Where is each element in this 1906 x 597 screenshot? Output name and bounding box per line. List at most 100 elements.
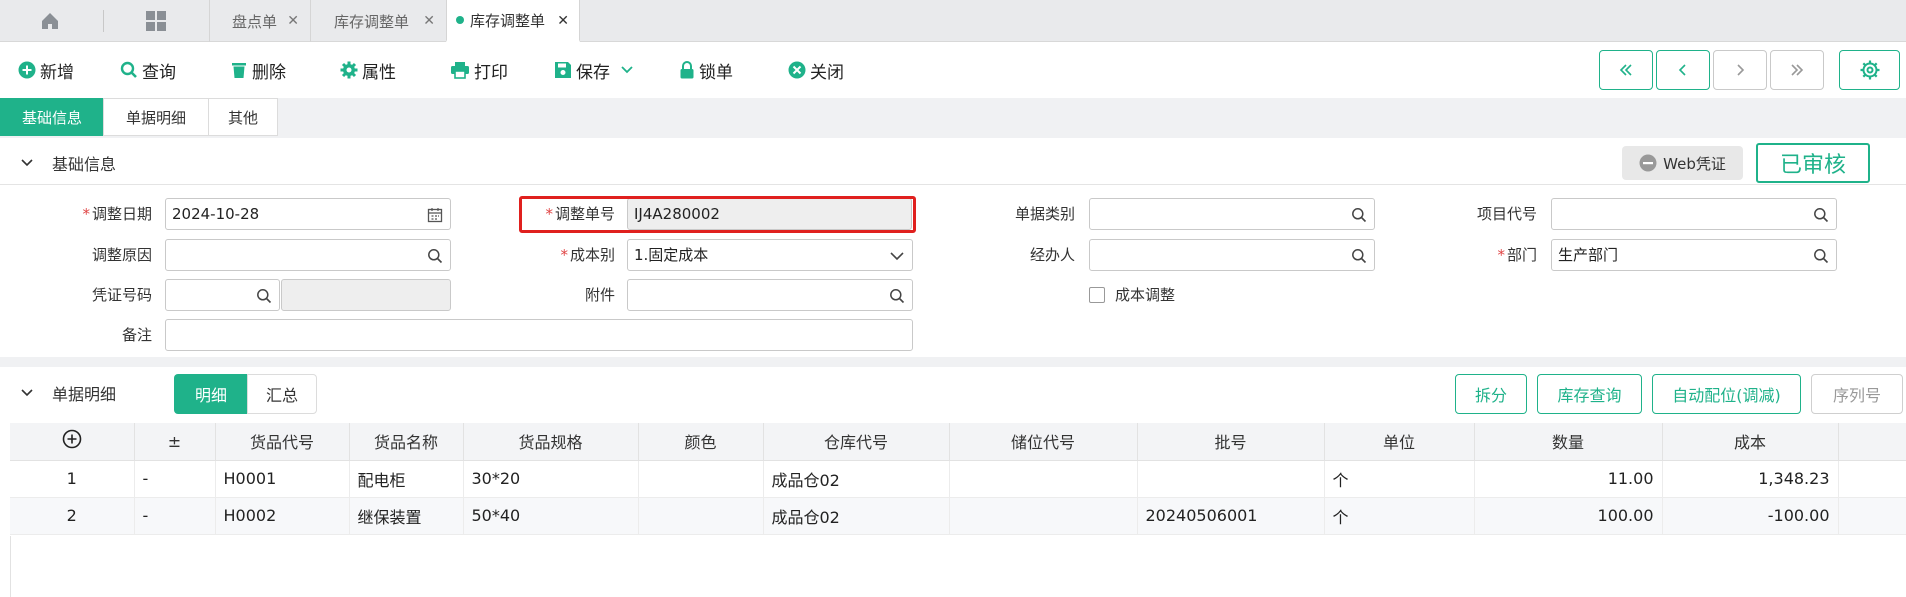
project-label: 项目代号 [1476,205,1537,223]
doc-type-field[interactable] [1089,198,1375,230]
add-row-header[interactable] [10,423,135,461]
delete-button[interactable]: 删除 [230,56,286,84]
voucher-field[interactable] [165,279,280,311]
cell-qty[interactable]: 11.00 [1474,460,1663,498]
cell-unit[interactable]: 个 [1324,497,1475,535]
next-record-button[interactable] [1713,50,1767,90]
tab-stock-adjust-active[interactable]: 库存调整单 ✕ [446,0,580,42]
cell-warehouse[interactable]: 成品仓02 [763,497,950,535]
properties-label: 属性 [362,62,396,83]
cell-item-code[interactable]: H0001 [215,460,350,498]
minus-circle-icon [1639,154,1657,172]
chevron-down-icon [621,66,633,74]
lock-button[interactable]: 锁单 [679,56,733,84]
trash-icon [232,63,246,78]
search-icon [1352,208,1367,223]
doc-type-label: 单据类别 [1014,205,1075,223]
close-icon[interactable]: ✕ [557,13,569,29]
close-icon[interactable]: ✕ [287,13,299,29]
search-icon [1814,249,1829,264]
remark-field[interactable] [165,319,913,351]
cell-batch[interactable] [1137,460,1325,498]
cell-item-name[interactable]: 配电柜 [349,460,464,498]
table-row[interactable]: 2 - H0002 继保装置 50*40 成品仓02 20240506001 个… [10,497,1906,535]
web-voucher-button[interactable]: Web凭证 [1622,146,1743,180]
web-voucher-label: Web凭证 [1663,154,1726,173]
tab-stock-adjust-1[interactable]: 库存调整单 ✕ [310,0,445,42]
close-icon[interactable]: ✕ [423,13,435,29]
project-field[interactable] [1551,198,1837,230]
first-record-button[interactable] [1599,50,1653,90]
cell-item-name[interactable]: 继保装置 [349,497,464,535]
window-tab-bar: 盘点单 ✕ 库存调整单 ✕ 库存调整单 ✕ [0,0,1906,42]
save-button[interactable]: 保存 [554,56,638,84]
query-button[interactable]: 查询 [120,56,176,84]
column-header: 成本 [1662,423,1839,461]
cell-color[interactable] [638,497,764,535]
cost-adjust-checkbox[interactable] [1089,287,1105,303]
close-button[interactable]: 关闭 [788,56,844,84]
table-row[interactable]: 1 - H0001 配电柜 30*20 成品仓02 个 11.00 1,348.… [10,460,1906,498]
search-icon [428,249,443,264]
column-header: 单位 [1324,423,1475,461]
query-label: 查询 [142,62,176,83]
cost-type-label: * 成本别 [560,246,615,264]
tab-label: 盘点单 [232,12,278,31]
cell-batch[interactable]: 20240506001 [1137,497,1325,535]
prev-record-button[interactable] [1656,50,1710,90]
new-label: 新增 [40,62,74,83]
cell-item-code[interactable]: H0002 [215,497,350,535]
cell-filler [1838,460,1906,498]
tab-label: 单据明细 [125,108,186,127]
serial-no-button[interactable]: 序列号 [1811,374,1903,414]
reason-field[interactable] [165,239,451,271]
tab-label: 库存调整单 [334,12,410,31]
cell-warehouse[interactable]: 成品仓02 [763,460,950,498]
tab-summary[interactable]: 汇总 [247,374,317,414]
cell-qty[interactable]: 100.00 [1474,497,1663,535]
dept-field[interactable]: 生产部门 [1551,239,1837,271]
split-button[interactable]: 拆分 [1455,374,1527,414]
settings-button[interactable] [1839,50,1900,90]
tab-other[interactable]: 其他 [208,98,278,136]
cell-cost[interactable]: -100.00 [1662,497,1839,535]
last-record-button[interactable] [1770,50,1824,90]
cell-location[interactable] [949,460,1138,498]
search-icon [1352,249,1367,264]
separator [0,357,1906,367]
close-circle-icon [788,61,806,79]
apps-grid-icon[interactable] [136,0,176,42]
table-header-row: ± 货品代号 货品名称 货品规格 颜色 仓库代号 储位代号 批号 单位 数量 成… [10,423,1906,461]
calendar-icon [427,208,443,223]
properties-button[interactable]: 属性 [340,56,396,84]
tab-stocktake[interactable]: 盘点单 ✕ [209,0,309,42]
basic-info-header[interactable]: 基础信息 [0,141,1906,185]
tab-label: 其他 [227,108,258,127]
save-disk-icon [555,62,571,78]
tab-doc-detail[interactable]: 单据明细 [103,98,209,136]
cell-location[interactable] [949,497,1138,535]
section-title: 单据明细 [52,385,117,404]
cell-spec[interactable]: 50*40 [463,497,639,535]
search-icon [1814,208,1829,223]
date-field[interactable]: 2024-10-28 [165,198,451,230]
cell-color[interactable] [638,460,764,498]
cell-filler [1838,497,1906,535]
cell-index: 1 [10,460,135,498]
stock-query-button[interactable]: 库存查询 [1537,374,1642,414]
auto-allocate-button[interactable]: 自动配位(调减) [1652,374,1801,414]
print-button[interactable]: 打印 [450,56,508,84]
cell-spec[interactable]: 30*20 [463,460,639,498]
home-icon[interactable] [30,0,70,42]
cell-cost[interactable]: 1,348.23 [1662,460,1839,498]
detail-table: ± 货品代号 货品名称 货品规格 颜色 仓库代号 储位代号 批号 单位 数量 成… [10,423,1906,535]
new-button[interactable]: 新增 [18,56,74,84]
handler-field[interactable] [1089,239,1375,271]
cell-unit[interactable]: 个 [1324,460,1475,498]
plus-circle-icon [18,61,36,79]
cost-type-select[interactable]: 1.固定成本 [627,239,913,271]
section-tab-bar: 基础信息 单据明细 其他 [0,98,1906,138]
tab-detail[interactable]: 明细 [174,374,248,414]
attach-field[interactable] [627,279,913,311]
tab-basic-info[interactable]: 基础信息 [0,98,104,136]
